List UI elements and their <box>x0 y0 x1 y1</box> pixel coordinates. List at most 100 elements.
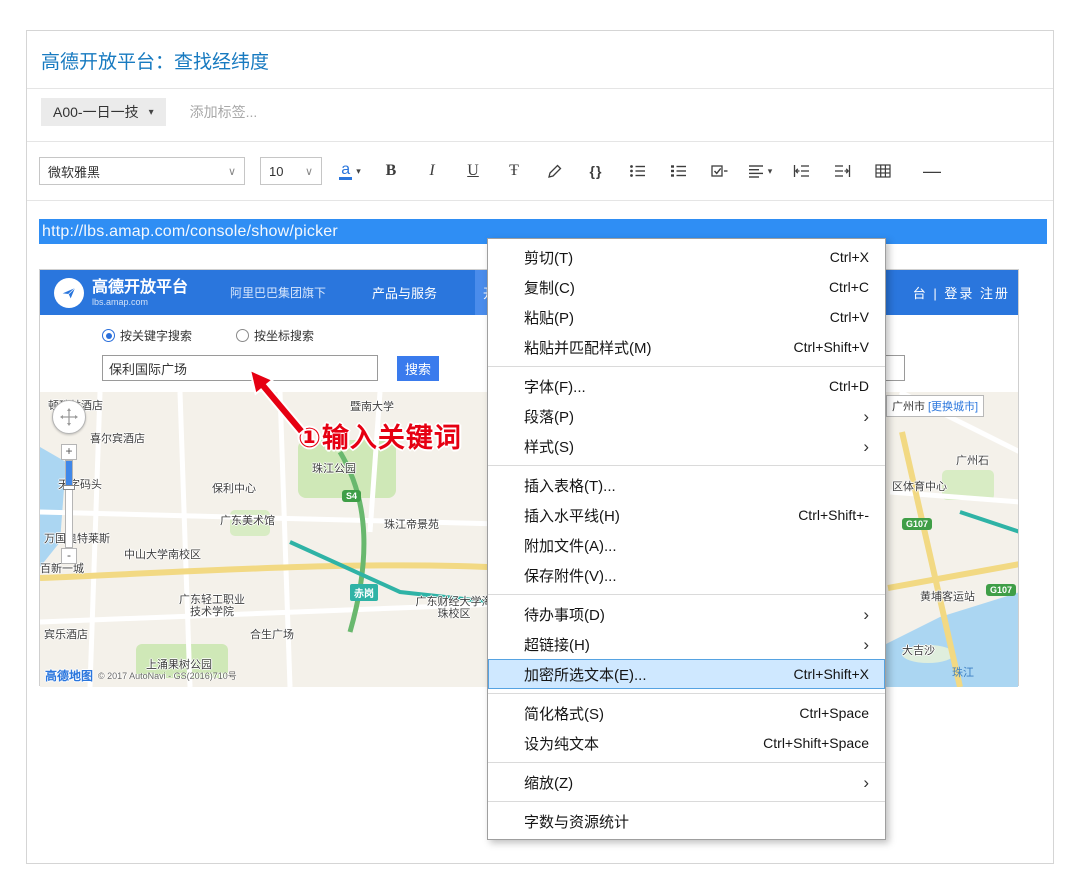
map-label: 保利中心 <box>212 480 256 496</box>
checklist-button[interactable] <box>706 157 732 185</box>
menu-item-copy[interactable]: 复制(C) Ctrl+C <box>488 272 885 302</box>
outdent-button[interactable] <box>788 157 814 185</box>
search-button: 搜索 <box>397 356 439 381</box>
checkbox-icon <box>711 163 728 179</box>
caret-down-icon: ▾ <box>356 166 361 177</box>
menu-item-hyperlink[interactable]: 超链接(H) › <box>488 629 885 659</box>
menu-item-paste[interactable]: 粘贴(P) Ctrl+V <box>488 302 885 332</box>
menu-item-insert-table[interactable]: 插入表格(T)... <box>488 470 885 500</box>
submenu-arrow-icon: › <box>863 438 869 455</box>
highlight-button[interactable] <box>542 157 568 185</box>
font-family-value: 微软雅黑 <box>48 162 100 181</box>
map-label: 广东财经大学海珠校区 <box>412 596 496 620</box>
map-label: 区体育中心 <box>892 478 947 494</box>
map-label: 珠江 <box>952 664 974 680</box>
code-block-button[interactable]: {} <box>583 157 609 185</box>
map-label: 中山大学南校区 <box>124 546 201 562</box>
strikethrough-button[interactable]: Ŧ <box>501 157 527 185</box>
horizontal-rule-button[interactable]: — <box>919 157 945 185</box>
indent-icon <box>834 164 851 178</box>
numbered-list-icon <box>670 163 687 179</box>
indent-button[interactable] <box>829 157 855 185</box>
map-label: 珠江帝景苑 <box>384 516 439 532</box>
caret-down-icon: ▾ <box>768 166 773 177</box>
radio-search-by-keyword: 按关键字搜索 <box>102 327 192 344</box>
font-family-select[interactable]: 微软雅黑 ∨ <box>39 157 245 185</box>
menu-item-insert-horizontal-rule[interactable]: 插入水平线(H) Ctrl+Shift+- <box>488 500 885 530</box>
change-city-link: [更换城市] <box>928 398 978 414</box>
compass-icon <box>59 407 79 427</box>
outdent-icon <box>793 164 810 178</box>
align-button[interactable]: ▾ <box>747 157 773 185</box>
font-size-select[interactable]: 10 ∨ <box>260 157 322 185</box>
table-icon <box>875 164 891 178</box>
bold-button[interactable]: B <box>378 157 404 185</box>
underline-button[interactable]: U <box>460 157 486 185</box>
divider <box>27 88 1053 89</box>
italic-button[interactable]: I <box>419 157 445 185</box>
radio-search-by-coord: 按坐标搜索 <box>236 327 314 344</box>
map-label: 大吉沙 <box>902 642 935 658</box>
nav-item-products: 产品与服务 <box>364 270 445 315</box>
tag-row: A00-一日一技 ▾ 添加标签... <box>41 97 257 127</box>
keyword-input <box>102 355 378 381</box>
font-color-icon: a <box>339 162 352 180</box>
menu-item-word-resource-count[interactable]: 字数与资源统计 <box>488 806 885 836</box>
map-label: 广州石 <box>956 452 989 468</box>
radio-on-icon <box>102 329 115 342</box>
menu-item-paste-match-style[interactable]: 粘贴并匹配样式(M) Ctrl+Shift+V <box>488 332 885 362</box>
editor-toolbar: 微软雅黑 ∨ 10 ∨ a ▾ B I U Ŧ {} ▾ <box>27 142 1053 200</box>
map-pan-compass <box>52 400 86 434</box>
menu-item-encrypt-selected-text[interactable]: 加密所选文本(E)... Ctrl+Shift+X <box>488 659 885 689</box>
menu-item-cut[interactable]: 剪切(T) Ctrl+X <box>488 242 885 272</box>
annotation-text: ①输入关键词 <box>298 416 462 455</box>
menu-item-paragraph[interactable]: 段落(P) › <box>488 401 885 431</box>
map-label: 喜尔宾酒店 <box>90 430 145 446</box>
menu-separator <box>488 366 885 367</box>
chevron-down-icon: ∨ <box>228 165 236 178</box>
amap-logo-icon <box>54 278 84 308</box>
brand-name: 高德开放平台 <box>92 279 188 297</box>
align-left-icon <box>748 164 764 178</box>
map-label: 合生广场 <box>250 626 294 642</box>
menu-item-simplify-formatting[interactable]: 简化格式(S) Ctrl+Space <box>488 698 885 728</box>
map-label: 黄埔客运站 <box>920 588 975 604</box>
bullet-list-button[interactable] <box>624 157 650 185</box>
menu-item-attach-file[interactable]: 附加文件(A)... <box>488 530 885 560</box>
numbered-list-button[interactable] <box>665 157 691 185</box>
notebook-selector[interactable]: A00-一日一技 ▾ <box>41 98 166 126</box>
submenu-arrow-icon: › <box>863 606 869 623</box>
submenu-arrow-icon: › <box>863 636 869 653</box>
menu-item-make-plain-text[interactable]: 设为纯文本 Ctrl+Shift+Space <box>488 728 885 758</box>
menu-separator <box>488 762 885 763</box>
insert-table-button[interactable] <box>870 157 896 185</box>
menu-item-todo[interactable]: 待办事项(D) › <box>488 599 885 629</box>
add-tag-field[interactable]: 添加标签... <box>190 102 258 122</box>
chevron-down-icon: ∨ <box>305 165 313 178</box>
radio-off-icon <box>236 329 249 342</box>
bullet-list-icon <box>629 163 646 179</box>
map-label: 广东美术馆 <box>220 512 275 528</box>
menu-item-font[interactable]: 字体(F)... Ctrl+D <box>488 371 885 401</box>
context-menu: 剪切(T) Ctrl+X 复制(C) Ctrl+C 粘贴(P) Ctrl+V 粘… <box>487 238 886 840</box>
map-label: 珠江公园 <box>312 460 356 476</box>
city-selector: 广州市 [更换城市] <box>886 395 984 417</box>
caret-down-icon: ▾ <box>149 107 154 118</box>
menu-item-zoom[interactable]: 缩放(Z) › <box>488 767 885 797</box>
note-title[interactable]: 高德开放平台：查找经纬度 <box>41 47 269 74</box>
notebook-label: A00-一日一技 <box>53 102 139 122</box>
map-label: 暨南大学 <box>350 398 394 414</box>
menu-item-style[interactable]: 样式(S) › <box>488 431 885 461</box>
brand-domain: lbs.amap.com <box>92 297 188 307</box>
zoom-in-button: + <box>61 444 77 460</box>
font-size-value: 10 <box>269 164 283 179</box>
font-color-button[interactable]: a ▾ <box>337 157 363 185</box>
zoom-out-button: - <box>61 548 77 564</box>
menu-separator <box>488 693 885 694</box>
city-name: 广州市 <box>892 398 925 414</box>
map-attribution: © 2017 AutoNavi - GS(2016)710号 <box>98 669 237 682</box>
highway-badge: S4 <box>342 490 361 502</box>
amap-map-logo: 高德地图 <box>45 667 93 684</box>
menu-item-save-attachment[interactable]: 保存附件(V)... <box>488 560 885 590</box>
divider <box>27 200 1053 201</box>
